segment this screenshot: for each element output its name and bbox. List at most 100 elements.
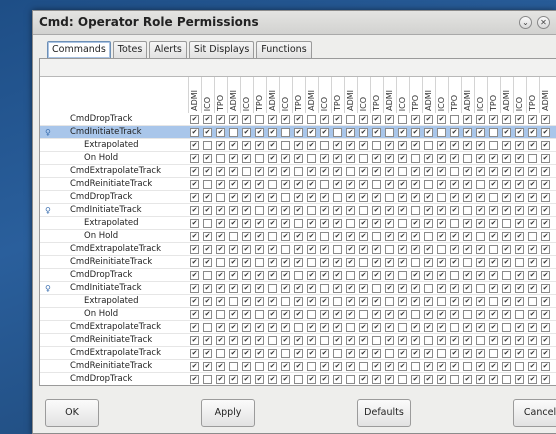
permission-checkbox[interactable]: ✔ (398, 297, 407, 306)
permission-checkbox[interactable] (359, 310, 368, 319)
permission-checkbox[interactable]: ✔ (359, 219, 368, 228)
permission-checkbox[interactable]: ✔ (463, 349, 472, 358)
permission-checkbox[interactable]: ✔ (229, 115, 238, 124)
permission-checkbox[interactable]: ✔ (320, 193, 329, 202)
permission-checkbox[interactable]: ✔ (463, 297, 472, 306)
permission-checkbox[interactable] (385, 297, 394, 306)
permission-checkbox[interactable] (502, 375, 511, 384)
permission-checkbox[interactable]: ✔ (476, 375, 485, 384)
permission-checkbox[interactable]: ✔ (242, 349, 251, 358)
permission-checkbox[interactable]: ✔ (450, 362, 459, 371)
permission-checkbox[interactable] (372, 232, 381, 241)
permission-checkbox[interactable]: ✔ (359, 115, 368, 124)
permission-checkbox[interactable]: ✔ (502, 310, 511, 319)
permission-checkbox[interactable]: ✔ (515, 193, 524, 202)
permission-checkbox[interactable]: ✔ (359, 349, 368, 358)
permission-checkbox[interactable]: ✔ (203, 245, 212, 254)
permission-checkbox[interactable]: ✔ (528, 245, 537, 254)
permission-checkbox[interactable]: ✔ (372, 193, 381, 202)
permission-checkbox[interactable]: ✔ (489, 362, 498, 371)
permission-checkbox[interactable]: ✔ (463, 128, 472, 137)
permission-checkbox[interactable]: ✔ (476, 206, 485, 215)
permission-checkbox[interactable]: ✔ (268, 349, 277, 358)
permission-checkbox[interactable]: ✔ (385, 310, 394, 319)
permission-checkbox[interactable]: ✔ (515, 349, 524, 358)
permission-checkbox[interactable]: ✔ (242, 245, 251, 254)
permission-checkbox[interactable] (346, 115, 355, 124)
permission-checkbox[interactable] (385, 128, 394, 137)
permission-checkbox[interactable]: ✔ (424, 271, 433, 280)
permission-checkbox[interactable]: ✔ (411, 271, 420, 280)
permission-checkbox[interactable]: ✔ (424, 310, 433, 319)
permission-checkbox[interactable]: ✔ (424, 323, 433, 332)
permission-checkbox[interactable]: ✔ (242, 297, 251, 306)
permission-checkbox[interactable] (437, 297, 446, 306)
permission-checkbox[interactable]: ✔ (385, 115, 394, 124)
permission-checkbox[interactable]: ✔ (489, 284, 498, 293)
permission-checkbox[interactable]: ✔ (294, 362, 303, 371)
permission-checkbox[interactable]: ✔ (398, 206, 407, 215)
permission-checkbox[interactable] (398, 375, 407, 384)
permission-checkbox[interactable]: ✔ (203, 349, 212, 358)
permission-checkbox[interactable]: ✔ (242, 284, 251, 293)
permission-checkbox[interactable] (398, 219, 407, 228)
permission-checkbox[interactable] (255, 362, 264, 371)
permission-checkbox[interactable]: ✔ (437, 310, 446, 319)
permission-checkbox[interactable]: ✔ (242, 362, 251, 371)
permission-checkbox[interactable]: ✔ (463, 193, 472, 202)
permission-checkbox[interactable]: ✔ (320, 258, 329, 267)
permission-checkbox[interactable]: ✔ (541, 297, 550, 306)
permission-checkbox[interactable]: ✔ (255, 167, 264, 176)
permission-checkbox[interactable]: ✔ (281, 115, 290, 124)
permission-checkbox[interactable]: ✔ (541, 232, 550, 241)
permission-checkbox[interactable]: ✔ (346, 154, 355, 163)
permission-checkbox[interactable]: ✔ (372, 219, 381, 228)
permission-checkbox[interactable]: ✔ (333, 323, 342, 332)
permission-checkbox[interactable]: ✔ (450, 245, 459, 254)
permission-checkbox[interactable]: ✔ (385, 154, 394, 163)
permission-checkbox[interactable]: ✔ (294, 154, 303, 163)
permission-checkbox[interactable]: ✔ (437, 115, 446, 124)
permission-checkbox[interactable]: ✔ (359, 180, 368, 189)
permission-checkbox[interactable]: ✔ (411, 232, 420, 241)
permission-checkbox[interactable]: ✔ (333, 154, 342, 163)
permission-checkbox[interactable] (320, 141, 329, 150)
permission-checkbox[interactable]: ✔ (489, 219, 498, 228)
permission-checkbox[interactable]: ✔ (515, 219, 524, 228)
permission-checkbox[interactable] (307, 115, 316, 124)
permission-checkbox[interactable] (255, 154, 264, 163)
permission-checkbox[interactable] (359, 154, 368, 163)
permission-checkbox[interactable]: ✔ (450, 297, 459, 306)
permission-checkbox[interactable] (489, 193, 498, 202)
permission-checkbox[interactable]: ✔ (450, 206, 459, 215)
permission-checkbox[interactable]: ✔ (229, 245, 238, 254)
permission-checkbox[interactable]: ✔ (294, 141, 303, 150)
permission-checkbox[interactable]: ✔ (502, 245, 511, 254)
permission-checkbox[interactable]: ✔ (281, 167, 290, 176)
permission-checkbox[interactable] (411, 206, 420, 215)
permission-checkbox[interactable]: ✔ (489, 271, 498, 280)
permission-checkbox[interactable]: ✔ (489, 115, 498, 124)
permission-checkbox[interactable]: ✔ (359, 284, 368, 293)
permission-checkbox[interactable] (463, 362, 472, 371)
permission-checkbox[interactable] (385, 193, 394, 202)
permission-checkbox[interactable]: ✔ (359, 323, 368, 332)
permission-checkbox[interactable] (411, 362, 420, 371)
permission-checkbox[interactable]: ✔ (489, 336, 498, 345)
permission-checkbox[interactable]: ✔ (203, 310, 212, 319)
permission-checkbox[interactable] (476, 180, 485, 189)
permission-checkbox[interactable]: ✔ (385, 362, 394, 371)
permission-checkbox[interactable]: ✔ (333, 115, 342, 124)
permission-checkbox[interactable] (229, 128, 238, 137)
permission-checkbox[interactable] (502, 219, 511, 228)
permission-checkbox[interactable]: ✔ (385, 232, 394, 241)
permission-checkbox[interactable]: ✔ (255, 193, 264, 202)
permission-checkbox[interactable]: ✔ (203, 232, 212, 241)
permission-checkbox[interactable]: ✔ (411, 180, 420, 189)
permission-checkbox[interactable]: ✔ (372, 297, 381, 306)
permission-checkbox[interactable]: ✔ (359, 375, 368, 384)
permission-checkbox[interactable]: ✔ (398, 336, 407, 345)
permission-checkbox[interactable]: ✔ (541, 115, 550, 124)
permission-checkbox[interactable]: ✔ (229, 193, 238, 202)
permission-checkbox[interactable]: ✔ (281, 219, 290, 228)
